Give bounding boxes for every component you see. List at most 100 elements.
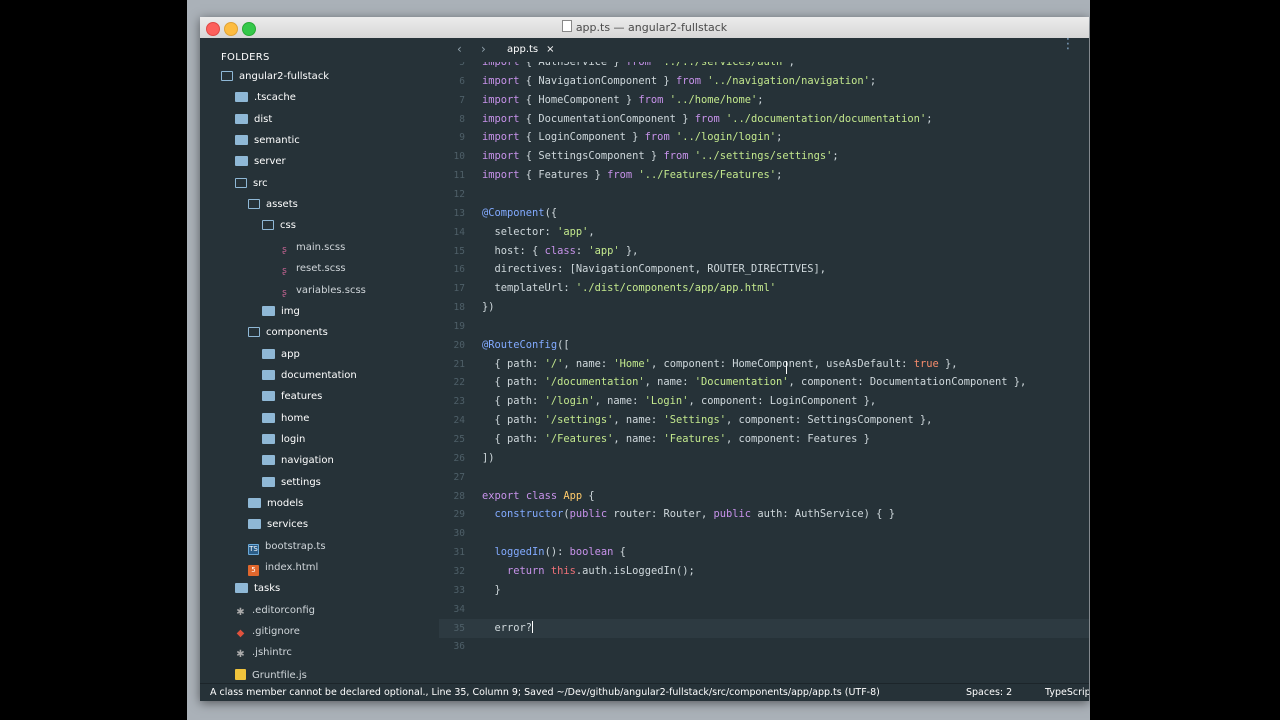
tree-item-label: .jshintrc — [252, 647, 292, 659]
tree-item[interactable]: css — [262, 220, 296, 240]
folder-icon — [235, 113, 248, 124]
tree-item-label: semantic — [254, 135, 300, 147]
left-letterbox — [0, 0, 187, 720]
code-line[interactable]: 14 selector: 'app', — [439, 223, 1089, 242]
syntax-setting[interactable]: TypeScript — [1045, 684, 1089, 701]
code-line[interactable]: 28 export class App { — [439, 487, 1089, 506]
tree-item-label: .tscache — [254, 92, 296, 104]
code-line[interactable]: 22 { path: '/documentation', name: 'Docu… — [439, 373, 1089, 392]
tree-item[interactable]: features — [262, 391, 322, 411]
line-number: 13 — [453, 207, 465, 219]
indentation-setting[interactable]: Spaces: 2 — [966, 684, 1012, 701]
code-line[interactable]: 34 — [439, 600, 1089, 619]
tree-item[interactable]: ✱ .editorconfig — [235, 605, 315, 625]
back-arrow-icon[interactable]: ‹ — [457, 42, 462, 56]
code-line[interactable]: 9 import { LoginComponent } from '../logi… — [439, 128, 1089, 147]
config-file-icon: ✱ — [236, 649, 245, 661]
tree-item[interactable]: login — [262, 433, 305, 454]
forward-arrow-icon[interactable]: › — [481, 42, 486, 56]
tree-item[interactable]: TS bootstrap.ts — [248, 541, 326, 561]
tree-item[interactable]: .tscache — [235, 92, 296, 112]
code-line[interactable]: 20 @RouteConfig([ — [439, 336, 1089, 355]
code-line[interactable]: 5 import { AuthService } from '../../serv… — [439, 62, 1089, 72]
line-number: 5 — [459, 62, 465, 68]
html-file-icon: 5 — [248, 565, 259, 577]
tree-item[interactable]: settings — [262, 476, 321, 497]
tree-item[interactable]: ʂ reset.scss — [279, 263, 346, 283]
tree-item[interactable]: img — [262, 305, 300, 326]
folder-open-icon — [248, 199, 260, 210]
code-line[interactable]: 18}) — [439, 298, 1089, 317]
code-line[interactable]: 33 } — [439, 581, 1089, 600]
code-line[interactable]: 25 { path: '/Features', name: 'Features'… — [439, 430, 1089, 449]
tab-app-ts[interactable]: app.ts × — [495, 38, 567, 62]
tree-item[interactable]: home — [262, 412, 309, 433]
folder-icon — [248, 498, 261, 508]
code-text: import { Features } from '../Features/Fe… — [482, 169, 783, 182]
tree-item[interactable]: models — [248, 498, 303, 518]
code-line[interactable]: 36 — [439, 637, 1089, 656]
code-text: constructor(public router: Router, publi… — [494, 508, 895, 521]
line-number: 9 — [459, 132, 465, 144]
tree-item[interactable]: 5 index.html — [248, 562, 318, 582]
code-line[interactable]: 17 templateUrl: './dist/components/app/a… — [439, 279, 1089, 298]
code-line[interactable]: 15 host: { class: 'app' }, — [439, 242, 1089, 261]
tree-item[interactable]: components — [248, 327, 328, 347]
line-number: 27 — [453, 471, 465, 483]
folder-open-icon — [235, 177, 247, 188]
editor-window: app.ts — angular2-fullstack FOLDERS angu… — [200, 17, 1089, 701]
code-area[interactable]: 5 import { AuthService } from '../../serv… — [439, 62, 1089, 683]
code-line[interactable]: 24 { path: '/settings', name: 'Settings'… — [439, 411, 1089, 430]
line-number: 18 — [453, 302, 465, 314]
folder-icon — [262, 476, 275, 487]
tree-item[interactable]: Gruntfile.js — [235, 668, 307, 683]
tree-item[interactable]: ✱ .jshintrc — [235, 647, 292, 667]
folder-icon — [262, 305, 275, 316]
tree-item[interactable]: assets — [248, 199, 298, 219]
code-line[interactable]: 31 loggedIn(): boolean { — [439, 543, 1089, 562]
code-line[interactable]: 35 error? — [439, 618, 1089, 638]
tree-item[interactable]: navigation — [262, 455, 334, 475]
tree-item[interactable]: src — [235, 177, 268, 198]
code-line[interactable]: 13 @Component({ — [439, 204, 1089, 223]
code-line[interactable]: 21 { path: '/', name: 'Home', component:… — [439, 355, 1089, 374]
tree-item[interactable]: server — [235, 156, 286, 176]
code-line[interactable]: 19 — [439, 317, 1089, 336]
code-line[interactable]: 6 import { NavigationComponent } from '..… — [439, 72, 1089, 91]
tree-item[interactable]: ʂ main.scss — [279, 242, 345, 262]
js-file-icon — [235, 668, 246, 680]
window-title-text: app.ts — angular2-fullstack — [575, 21, 728, 34]
code-line[interactable]: 29 constructor(public router: Router, pu… — [439, 505, 1089, 524]
code-line[interactable]: 7 import { HomeComponent } from '../home/… — [439, 91, 1089, 110]
close-tab-icon[interactable]: × — [546, 44, 554, 55]
code-line[interactable]: 10 import { SettingsComponent } from '../… — [439, 147, 1089, 166]
line-number: 26 — [453, 452, 465, 464]
folder-icon — [235, 135, 248, 146]
code-text: host: { class: 'app' }, — [482, 244, 639, 257]
tree-item[interactable]: documentation — [262, 369, 357, 390]
line-number: 15 — [453, 245, 465, 257]
tree-item[interactable]: services — [248, 519, 308, 539]
code-line[interactable]: 11 import { Features } from '../Features/… — [439, 166, 1089, 185]
tree-item[interactable]: dist — [235, 113, 272, 134]
tree-item[interactable]: angular2-fullstack — [221, 71, 329, 91]
tree-item[interactable]: ʂ variables.scss — [279, 285, 366, 305]
code-line[interactable]: 27 — [439, 468, 1089, 487]
tree-item[interactable]: ◆ .gitignore — [235, 626, 300, 646]
code-text: { path: '/documentation', name: 'Documen… — [482, 376, 1027, 389]
code-text: import { AuthService } from '../../servi… — [482, 62, 795, 68]
line-number: 23 — [453, 396, 465, 408]
tree-item[interactable]: app — [262, 348, 300, 369]
code-line[interactable]: 12 — [439, 185, 1089, 204]
code-line[interactable]: 30 — [439, 524, 1089, 543]
tree-item[interactable]: tasks — [235, 583, 280, 603]
code-line[interactable]: 23 { path: '/login', name: 'Login', comp… — [439, 392, 1089, 411]
tree-item-label: documentation — [281, 369, 357, 381]
code-line[interactable]: 16 directives: [NavigationComponent, ROU… — [439, 260, 1089, 279]
tree-item[interactable]: semantic — [235, 135, 300, 155]
more-menu-icon[interactable]: ⋮ — [1061, 37, 1075, 51]
code-line[interactable]: 26]) — [439, 449, 1089, 468]
code-line[interactable]: 32 return this.auth.isLoggedIn(); — [439, 562, 1089, 581]
code-line[interactable]: 8 import { DocumentationComponent } from … — [439, 110, 1089, 129]
tree-item-label: css — [280, 220, 296, 232]
